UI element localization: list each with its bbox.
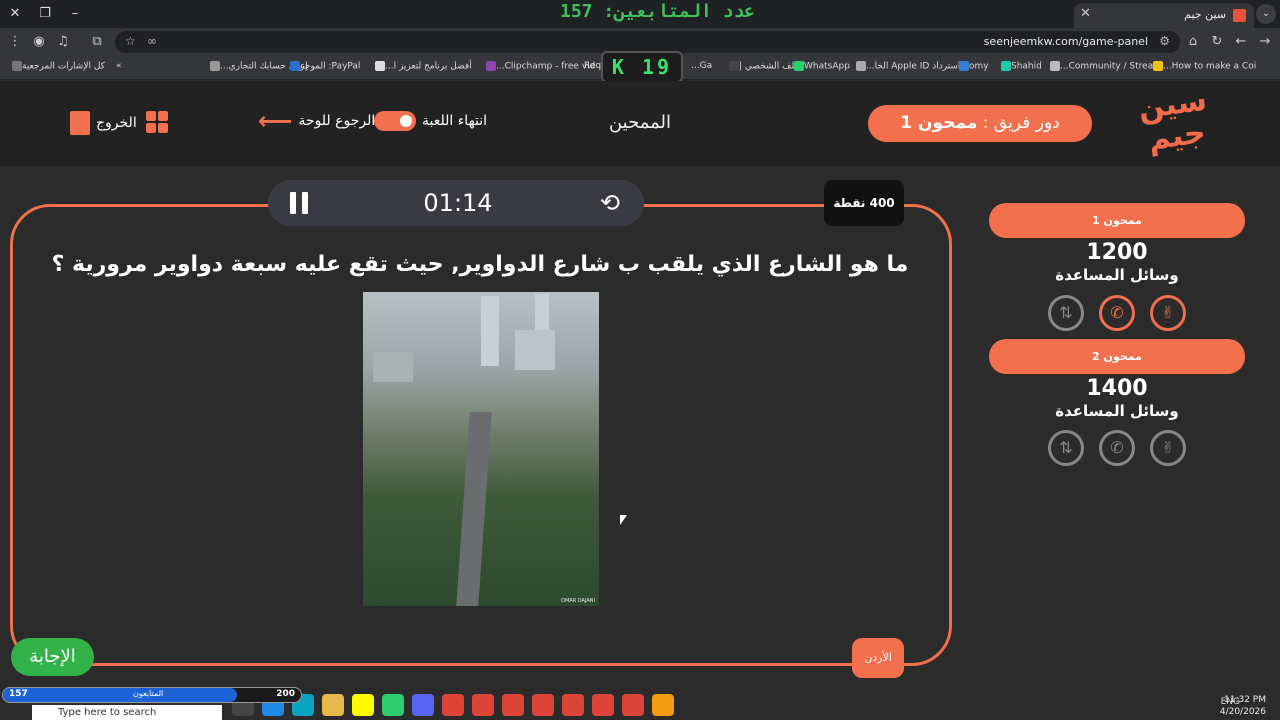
site-favicon-icon [1233, 9, 1246, 22]
taskbar-search[interactable]: Type here to search [32, 705, 222, 720]
team-2-name: ممحون 2 [989, 339, 1245, 374]
team-1-two-answers-aid-icon[interactable]: ✌ [1150, 295, 1186, 331]
turn-team: ممحون 1 [900, 113, 978, 133]
viewer-goal: 200 [276, 689, 295, 699]
chrome-icon[interactable] [502, 694, 524, 716]
back-icon[interactable]: → [1256, 33, 1274, 51]
extensions-icon[interactable]: ⧉ [88, 33, 106, 51]
tab-search-icon[interactable]: ⌄ [1256, 4, 1276, 24]
bookmark-all-folder[interactable]: كل الإشارات المرجعية [8, 61, 105, 72]
snapchat-icon[interactable] [352, 694, 374, 716]
bookmark-item[interactable]: Ga... [691, 61, 712, 71]
menu-dots-icon[interactable]: ⋮ [6, 33, 24, 51]
viewer-current: 157 [9, 689, 28, 699]
reload-icon[interactable]: ↻ [1208, 33, 1226, 51]
minimize-window-icon[interactable]: – [62, 4, 88, 24]
board-grid-button[interactable] [146, 111, 168, 133]
bookmark-item[interactable]: استرداد Apple ID الخا... [852, 61, 960, 72]
chrome-icon[interactable] [622, 694, 644, 716]
bookmark-item[interactable]: omy [955, 61, 989, 72]
bookmark-item[interactable]: Community / Strea... [1046, 61, 1153, 72]
game-title: الممحين [608, 112, 672, 133]
team-2-score: 1400 [1086, 376, 1148, 401]
bookmark-star-icon[interactable]: ☆ [125, 34, 136, 48]
back-to-board-button[interactable]: الرجوع للوحة ⟵ [258, 107, 375, 135]
team-1-name: ممحون 1 [989, 203, 1245, 238]
chrome-icon[interactable] [592, 694, 614, 716]
close-tab-icon[interactable]: ✕ [1080, 6, 1091, 21]
taskbar-clock[interactable]: 11:32 PM 4/20/2026 [1220, 694, 1266, 718]
team-2-call-aid-icon[interactable]: ✆ [1099, 430, 1135, 466]
team-1-swap-aid-icon[interactable]: ⇅ [1048, 295, 1084, 331]
viewer-goal-bar: 157 المتابعون 200 [2, 687, 302, 703]
viewer-goal-fill [3, 688, 237, 702]
team-2-aids-label: وسائل المساعدة [1055, 402, 1179, 420]
forward-icon[interactable]: ← [1232, 33, 1250, 51]
browser-tab-active[interactable]: سين جيم ✕ [1074, 3, 1254, 28]
end-game-toggle-icon [374, 111, 416, 131]
timer-display: 01:14 [423, 189, 493, 217]
exit-door-icon [70, 111, 90, 135]
bookmark-item[interactable]: Shahid [997, 61, 1042, 72]
reading-mode-icon[interactable]: ∞ [147, 34, 157, 48]
image-credit: OMAR DAJANI [561, 598, 595, 604]
media-controls-icon[interactable]: ♫ [54, 33, 72, 51]
turn-label: دور فريق : [982, 113, 1060, 133]
game-panel: 01:14 ⟲ 400 نقطة ما هو الشارع الذي يلقب … [0, 166, 1280, 688]
restore-window-icon[interactable]: ❐ [32, 4, 58, 24]
omnibox[interactable]: ☆ ∞ seenjeemkw.com/game-panel ⚙ [115, 31, 1180, 53]
end-game-button[interactable]: انتهاء اللعبة [374, 111, 487, 131]
question-image: OMAR DAJANI [363, 292, 599, 606]
viewer-label: المتابعون [133, 689, 164, 698]
pause-icon[interactable] [290, 192, 310, 214]
seenjeem-logo: سين جيم [1135, 82, 1209, 158]
timer-bar: 01:14 ⟲ [268, 180, 644, 226]
bookmark-item[interactable]: PayPal: الموجز [286, 61, 360, 72]
team-1-aids-label: وسائل المساعدة [1055, 266, 1179, 284]
question-text: ما هو الشارع الذي يلقب ب شارع الدواوير, … [51, 252, 909, 277]
bookmark-item[interactable]: How to make a Coi... [1149, 61, 1256, 72]
arrow-left-icon: ⟵ [258, 107, 293, 135]
grid-icon [146, 111, 168, 133]
url-text[interactable]: seenjeemkw.com/game-panel [984, 35, 1148, 48]
team-1-call-aid-icon[interactable]: ✆ [1099, 295, 1135, 331]
bookmarks-overflow-icon[interactable]: » [116, 61, 122, 71]
chrome-icon[interactable] [562, 694, 584, 716]
reset-timer-icon[interactable]: ⟲ [600, 189, 620, 217]
profile-icon[interactable]: ◉ [30, 33, 48, 51]
chrome-icon[interactable] [472, 694, 494, 716]
points-badge: 400 نقطة [824, 180, 904, 226]
site-settings-icon[interactable]: ⚙ [1159, 34, 1170, 48]
viewers-count-overlay: عدد المتابعين: 157 [560, 1, 756, 22]
discord-icon[interactable] [412, 694, 434, 716]
streaming-app-icon[interactable] [652, 694, 674, 716]
team-2-two-answers-aid-icon[interactable]: ✌ [1150, 430, 1186, 466]
team-1-score: 1200 [1086, 240, 1148, 265]
answer-button[interactable]: الإجابة [11, 638, 94, 676]
team-2-swap-aid-icon[interactable]: ⇅ [1048, 430, 1084, 466]
turn-indicator: دور فريق : ممحون 1 [868, 105, 1092, 142]
category-tag: الأردن [852, 638, 904, 678]
bookmark-item[interactable]: WhatsApp [790, 61, 850, 72]
exit-button[interactable]: الخروج [70, 111, 137, 135]
home-icon[interactable]: ⌂ [1184, 33, 1202, 51]
browser-tab-bar: ✕ ❐ – عدد المتابعين: 157 + سين جيم ✕ ⌄ [0, 0, 1280, 28]
chrome-icon[interactable] [442, 694, 464, 716]
bookmark-item[interactable]: أفضل برنامج لتعزيز ا... [371, 61, 472, 72]
file-explorer-icon[interactable] [322, 694, 344, 716]
stream-counter-badge: K 19 [601, 51, 683, 83]
tab-title: سين جيم [1184, 8, 1226, 21]
game-header: سين جيم دور فريق : ممحون 1 الممحين انتها… [0, 81, 1280, 166]
bookmark-item[interactable]: Clipchamp - free vid... [482, 61, 595, 72]
app-icon[interactable] [382, 694, 404, 716]
close-window-icon[interactable]: ✕ [2, 4, 28, 24]
mouse-cursor [620, 515, 627, 525]
chrome-icon[interactable] [532, 694, 554, 716]
